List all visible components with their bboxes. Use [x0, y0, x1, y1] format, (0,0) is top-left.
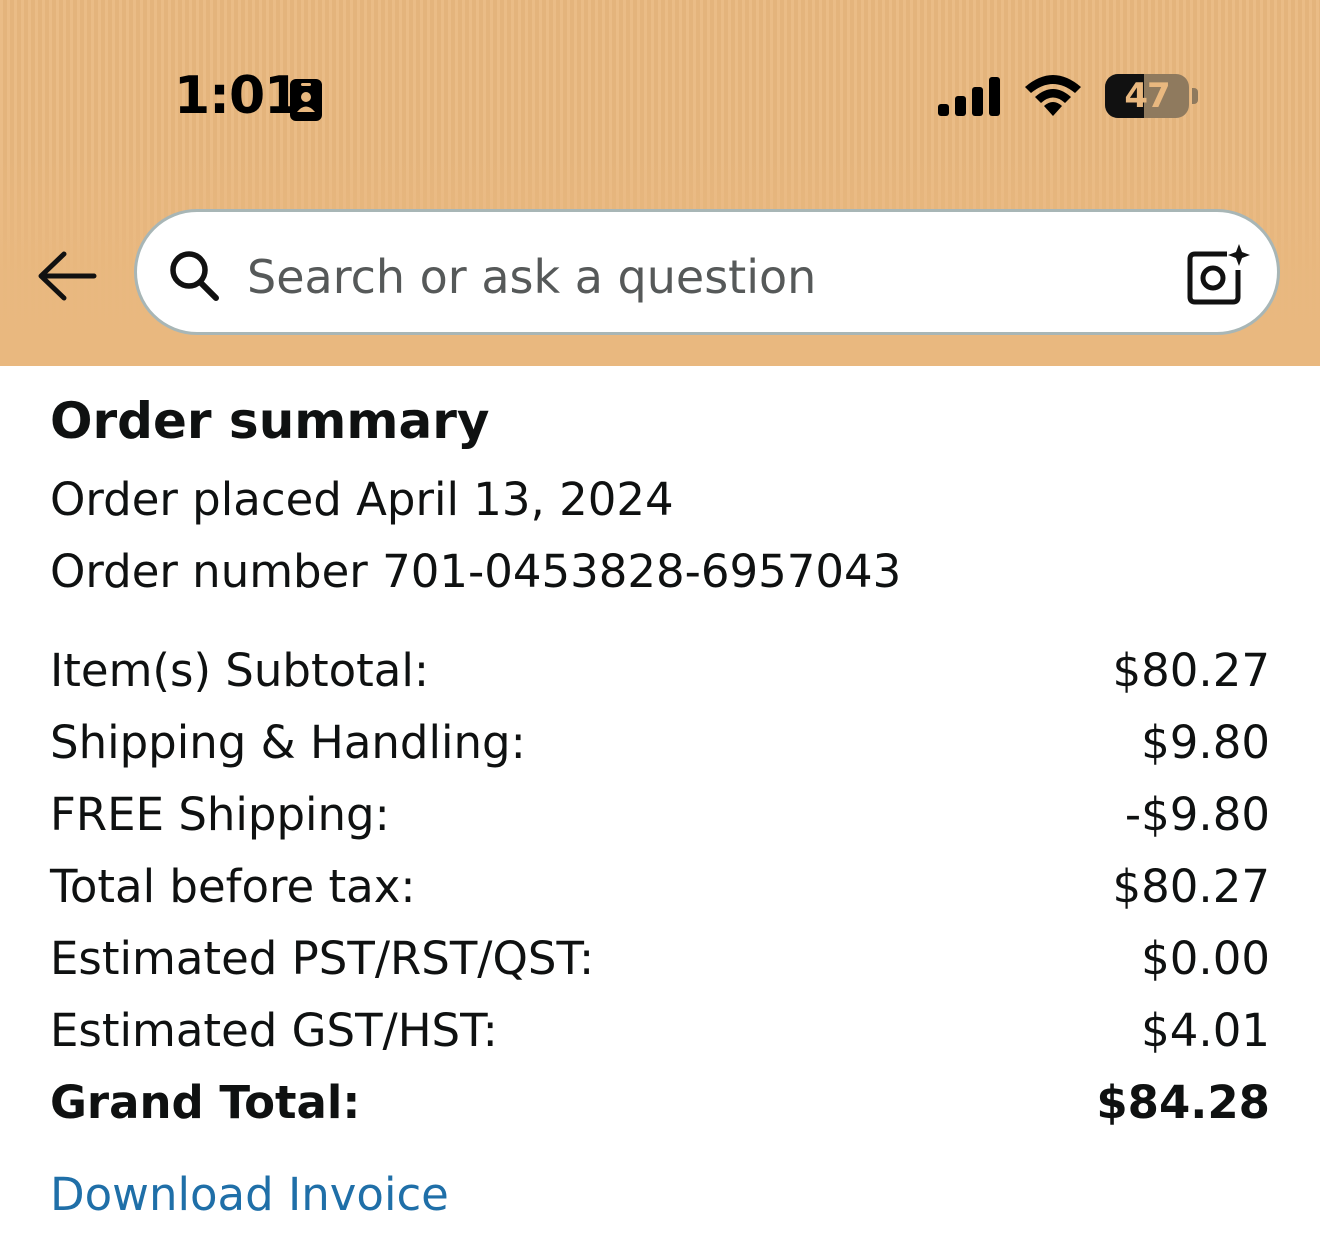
grand-total-row: Grand Total: $84.28	[50, 1072, 1270, 1132]
download-invoice-link[interactable]: Download Invoice	[50, 1168, 449, 1221]
row-label: FREE Shipping:	[50, 787, 390, 841]
row-label: Grand Total:	[50, 1075, 361, 1129]
battery-cap	[1192, 88, 1198, 104]
order-number: Order number 701-0453828-6957043	[50, 545, 902, 598]
free-shipping-row: FREE Shipping: -$9.80	[50, 784, 1270, 844]
search-bar[interactable]: Search or ask a question	[134, 209, 1280, 335]
row-value: $0.00	[1141, 931, 1270, 985]
subtotal-row: Item(s) Subtotal: $80.27	[50, 640, 1270, 700]
wifi-icon	[1025, 75, 1081, 116]
battery-indicator: 47	[1105, 74, 1189, 118]
row-value: $84.28	[1096, 1075, 1270, 1129]
row-label: Estimated PST/RST/QST:	[50, 931, 595, 985]
row-value: $80.27	[1112, 859, 1270, 913]
shipping-row: Shipping & Handling: $9.80	[50, 712, 1270, 772]
camera-ai-icon[interactable]	[1183, 242, 1251, 308]
order-summary-title: Order summary	[50, 392, 490, 450]
contact-card-icon	[290, 79, 322, 121]
status-time: 1:01	[174, 66, 300, 126]
cellular-signal-icon	[938, 77, 1000, 116]
header-bar: 1:01 47 Search or ask a question	[0, 0, 1320, 366]
search-icon[interactable]	[167, 248, 221, 304]
back-arrow-icon[interactable]	[36, 248, 98, 304]
row-label: Estimated GST/HST:	[50, 1003, 498, 1057]
gst-row: Estimated GST/HST: $4.01	[50, 1000, 1270, 1060]
row-value: $4.01	[1141, 1003, 1270, 1057]
row-label: Shipping & Handling:	[50, 715, 526, 769]
battery-level: 47	[1124, 76, 1170, 116]
search-input[interactable]: Search or ask a question	[247, 250, 816, 304]
row-value: $9.80	[1141, 715, 1270, 769]
pst-row: Estimated PST/RST/QST: $0.00	[50, 928, 1270, 988]
row-value: -$9.80	[1124, 787, 1270, 841]
row-value: $80.27	[1112, 643, 1270, 697]
row-label: Item(s) Subtotal:	[50, 643, 430, 697]
row-label: Total before tax:	[50, 859, 416, 913]
total-before-tax-row: Total before tax: $80.27	[50, 856, 1270, 916]
order-placed-date: Order placed April 13, 2024	[50, 473, 674, 526]
